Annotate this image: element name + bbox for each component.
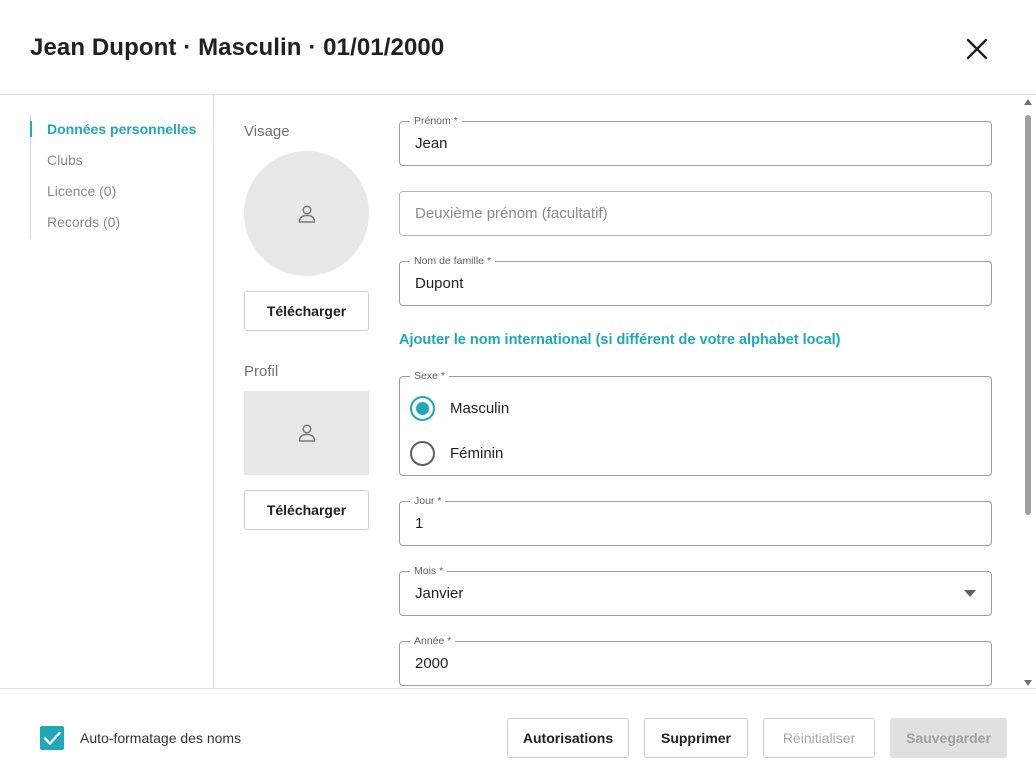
first-name-label: Prénom * (410, 115, 462, 127)
sex-label: Sexe * (410, 370, 449, 382)
reset-button[interactable]: Réinitialiser (763, 718, 875, 758)
close-button[interactable] (962, 34, 992, 64)
section-nav: Données personnelles Clubs Licence (0) R… (0, 95, 214, 688)
scrollbar[interactable] (1022, 99, 1034, 686)
permissions-button[interactable]: Autorisations (507, 718, 629, 758)
dialog-footer: Auto-formatage des noms Autorisations Su… (0, 688, 1036, 781)
middle-name-field[interactable]: Deuxième prénom (facultatif) (399, 191, 992, 236)
nav-item-records[interactable]: Records (0) (31, 208, 196, 239)
dialog-header: Jean Dupont · Masculin · 01/01/2000 (0, 0, 1036, 95)
upload-face-button[interactable]: Télécharger (244, 291, 369, 331)
person-icon (298, 204, 315, 223)
radio-female-control[interactable] (410, 440, 435, 466)
first-name-value: Jean (415, 135, 448, 152)
delete-button[interactable]: Supprimer (644, 718, 748, 758)
last-name-value: Dupont (415, 275, 464, 292)
close-icon (966, 38, 988, 60)
chevron-down-icon[interactable] (964, 590, 976, 597)
radio-male[interactable]: Masculin (410, 395, 509, 421)
day-value: 1 (415, 515, 424, 532)
add-international-name-link[interactable]: Ajouter le nom international (si différe… (399, 332, 841, 348)
scroll-down-arrow[interactable] (1024, 680, 1032, 686)
form-content: Visage Télécharger Profil Télécharger Pr… (214, 95, 1024, 688)
nav-item-licence[interactable]: Licence (0) (31, 177, 196, 208)
scroll-thumb[interactable] (1025, 115, 1031, 515)
profile-label: Profil (244, 363, 279, 380)
first-name-field[interactable]: Prénom * Jean (399, 115, 992, 166)
check-icon (43, 731, 61, 745)
autoformat-label: Auto-formatage des noms (80, 730, 242, 746)
year-value: 2000 (415, 655, 449, 672)
radio-male-control[interactable] (410, 395, 435, 421)
radio-female[interactable]: Féminin (410, 440, 503, 466)
radio-male-label: Masculin (450, 399, 510, 417)
middle-name-placeholder: Deuxième prénom (facultatif) (415, 205, 608, 222)
nav-item-personal-data[interactable]: Données personnelles (29, 115, 196, 146)
autoformat-checkbox[interactable] (40, 726, 64, 750)
day-field[interactable]: Jour * 1 (399, 495, 992, 546)
year-field[interactable]: Année * 2000 (399, 635, 992, 686)
nav-item-clubs[interactable]: Clubs (31, 146, 196, 177)
month-value: Janvier (415, 585, 464, 602)
day-label: Jour * (410, 495, 446, 507)
nav-list: Données personnelles Clubs Licence (0) R… (29, 115, 196, 239)
last-name-field[interactable]: Nom de famille * Dupont (399, 255, 992, 306)
month-label: Mois * (410, 565, 448, 577)
person-icon (298, 424, 315, 442)
profile-image (244, 391, 369, 475)
month-select[interactable]: Mois * Janvier (399, 565, 992, 616)
scroll-up-arrow[interactable] (1024, 99, 1032, 105)
dialog-title: Jean Dupont · Masculin · 01/01/2000 (30, 34, 445, 61)
upload-profile-button[interactable]: Télécharger (244, 490, 369, 530)
face-label: Visage (244, 123, 290, 140)
face-avatar (244, 151, 369, 276)
last-name-label: Nom de famille * (410, 255, 496, 267)
save-button[interactable]: Sauvegarder (890, 718, 1007, 758)
sex-radio-group: Sexe * Masculin Féminin (399, 370, 992, 476)
radio-female-label: Féminin (450, 444, 504, 462)
year-label: Année * (410, 635, 456, 647)
